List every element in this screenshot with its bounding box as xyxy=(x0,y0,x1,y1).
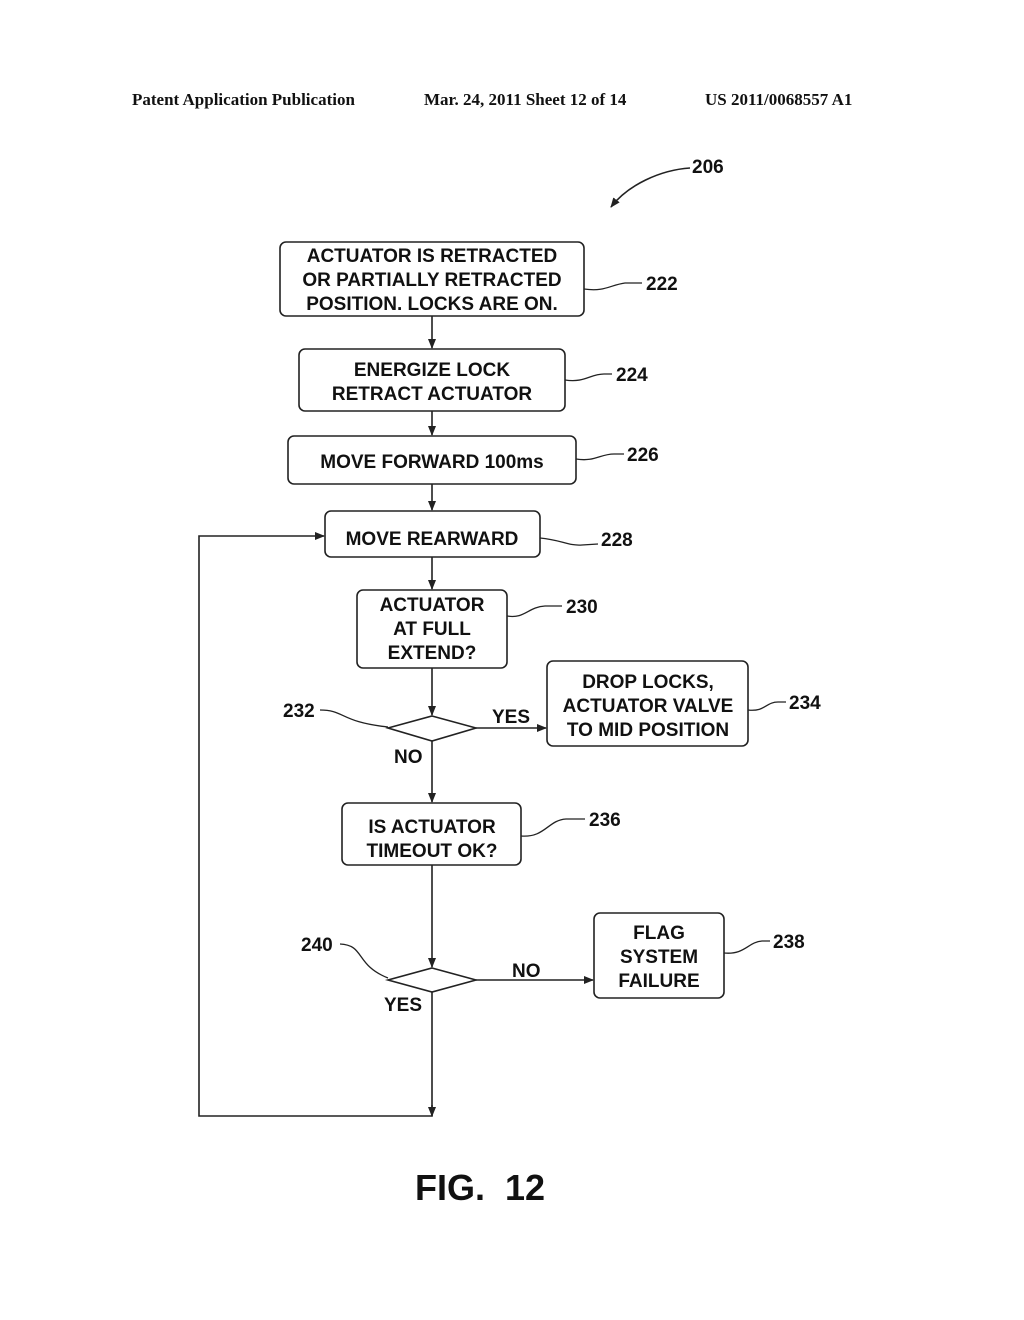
node-230-ref: 230 xyxy=(566,597,598,618)
node-236: IS ACTUATOR TIMEOUT OK? 236 xyxy=(341,802,621,866)
flowchart: 206 ACTUATOR IS RETRACTED OR PARTIALLY R… xyxy=(198,157,821,1208)
node-228-line-1: MOVE REARWARD xyxy=(346,529,519,550)
node-222-line-1: ACTUATOR IS RETRACTED xyxy=(307,246,558,267)
node-224-line-2: RETRACT ACTUATOR xyxy=(332,384,532,405)
decision-232: 232 YES NO xyxy=(283,701,530,768)
node-230-line-3: EXTEND? xyxy=(388,643,477,664)
figure-ref-arrow xyxy=(610,167,691,208)
node-224: ENERGIZE LOCK RETRACT ACTUATOR 224 xyxy=(298,348,648,412)
node-234-ref: 234 xyxy=(789,693,821,714)
decision-232-no-label: NO xyxy=(394,747,423,768)
node-230-line-2: AT FULL xyxy=(393,619,471,640)
node-238-line-1: FLAG xyxy=(633,923,685,944)
node-222-line-3: POSITION. LOCKS ARE ON. xyxy=(306,294,558,315)
node-236-line-1: IS ACTUATOR xyxy=(368,817,496,838)
decision-232-ref: 232 xyxy=(283,701,315,722)
node-238-line-2: SYSTEM xyxy=(620,947,698,968)
node-234-line-1: DROP LOCKS, xyxy=(582,672,714,693)
decision-232-yes-label: YES xyxy=(492,707,530,728)
node-224-ref: 224 xyxy=(616,365,648,386)
decision-240: 240 NO YES xyxy=(301,935,541,1016)
node-228-ref: 228 xyxy=(601,530,633,551)
node-230: ACTUATOR AT FULL EXTEND? 230 xyxy=(356,589,598,669)
figure-ref: 206 xyxy=(692,157,724,178)
node-238-line-3: FAILURE xyxy=(618,971,699,992)
node-234-line-2: ACTUATOR VALVE xyxy=(563,696,734,717)
decision-240-no-label: NO xyxy=(512,961,541,982)
node-234-line-3: TO MID POSITION xyxy=(567,720,729,741)
node-222-line-2: OR PARTIALLY RETRACTED xyxy=(302,270,561,291)
node-222-ref: 222 xyxy=(646,274,678,295)
node-226-line-1: MOVE FORWARD 100ms xyxy=(320,452,543,473)
decision-240-ref: 240 xyxy=(301,935,333,956)
node-226-ref: 226 xyxy=(627,445,659,466)
node-238: FLAG SYSTEM FAILURE 238 xyxy=(593,912,805,999)
node-230-line-1: ACTUATOR xyxy=(380,595,485,616)
node-236-line-2: TIMEOUT OK? xyxy=(367,841,498,862)
node-224-line-1: ENERGIZE LOCK xyxy=(354,360,511,381)
decision-240-yes-label: YES xyxy=(384,995,422,1016)
node-236-ref: 236 xyxy=(589,810,621,831)
node-226: MOVE FORWARD 100ms 226 xyxy=(287,435,659,485)
node-234: DROP LOCKS, ACTUATOR VALVE TO MID POSITI… xyxy=(546,660,821,747)
figure-caption: FIG. 12 xyxy=(415,1167,545,1208)
node-222: ACTUATOR IS RETRACTED OR PARTIALLY RETRA… xyxy=(279,241,678,317)
node-228: MOVE REARWARD 228 xyxy=(324,510,633,558)
node-238-ref: 238 xyxy=(773,932,805,953)
